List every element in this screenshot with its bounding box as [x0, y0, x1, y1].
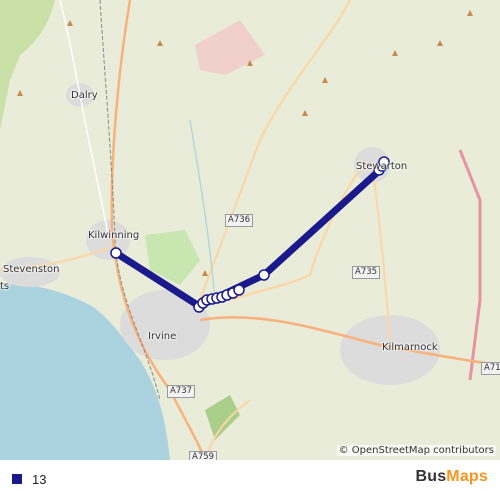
road-a77 — [371, 164, 391, 341]
road-label-a71: A71 — [481, 362, 500, 375]
brand-part-bus: Bus — [415, 468, 447, 485]
map-base — [0, 0, 500, 460]
route-line[interactable] — [112, 157, 388, 310]
hill-marker — [437, 40, 443, 46]
hill-marker — [17, 90, 23, 96]
route-color-swatch — [12, 474, 22, 484]
map-attribution[interactable]: © OpenStreetMap contributors — [336, 445, 496, 456]
road-label-a759: A759 — [189, 451, 218, 460]
bus-stop-marker[interactable] — [233, 284, 245, 296]
restricted-area — [195, 20, 265, 75]
road-label-a736: A736 — [225, 214, 254, 227]
place-label-ts: ts — [0, 281, 10, 292]
hill-marker — [392, 50, 398, 56]
place-label-dalry: Dalry — [71, 90, 98, 101]
place-label-kilwinning: Kilwinning — [88, 230, 140, 241]
bus-stop-marker[interactable] — [110, 247, 122, 259]
hill-marker — [157, 40, 163, 46]
busmaps-logo[interactable]: BusMaps — [415, 468, 488, 486]
minor-road — [59, 0, 109, 236]
forest-area — [0, 0, 55, 130]
river — [189, 119, 216, 301]
motorway-m77 — [458, 149, 482, 381]
hill-marker — [302, 110, 308, 116]
bus-stop-marker[interactable] — [258, 269, 270, 281]
hill-marker — [467, 10, 473, 16]
place-label-stevenston: Stevenston — [3, 264, 60, 275]
map-view[interactable]: Dalry Kilwinning Stevenston ts Irvine St… — [0, 0, 500, 460]
route-number-label: 13 — [32, 472, 47, 487]
hill-marker — [67, 20, 73, 26]
hill-marker — [322, 77, 328, 83]
road-label-a737: A737 — [167, 385, 196, 398]
forest-south — [205, 395, 240, 440]
brand-part-maps: Maps — [446, 468, 488, 485]
hill-marker — [202, 270, 208, 276]
road-label-a735: A735 — [352, 266, 381, 279]
place-label-stewarton: Stewarton — [356, 161, 408, 172]
place-label-irvine: Irvine — [148, 331, 177, 342]
place-label-kilmarnock: Kilmarnock — [382, 342, 438, 353]
